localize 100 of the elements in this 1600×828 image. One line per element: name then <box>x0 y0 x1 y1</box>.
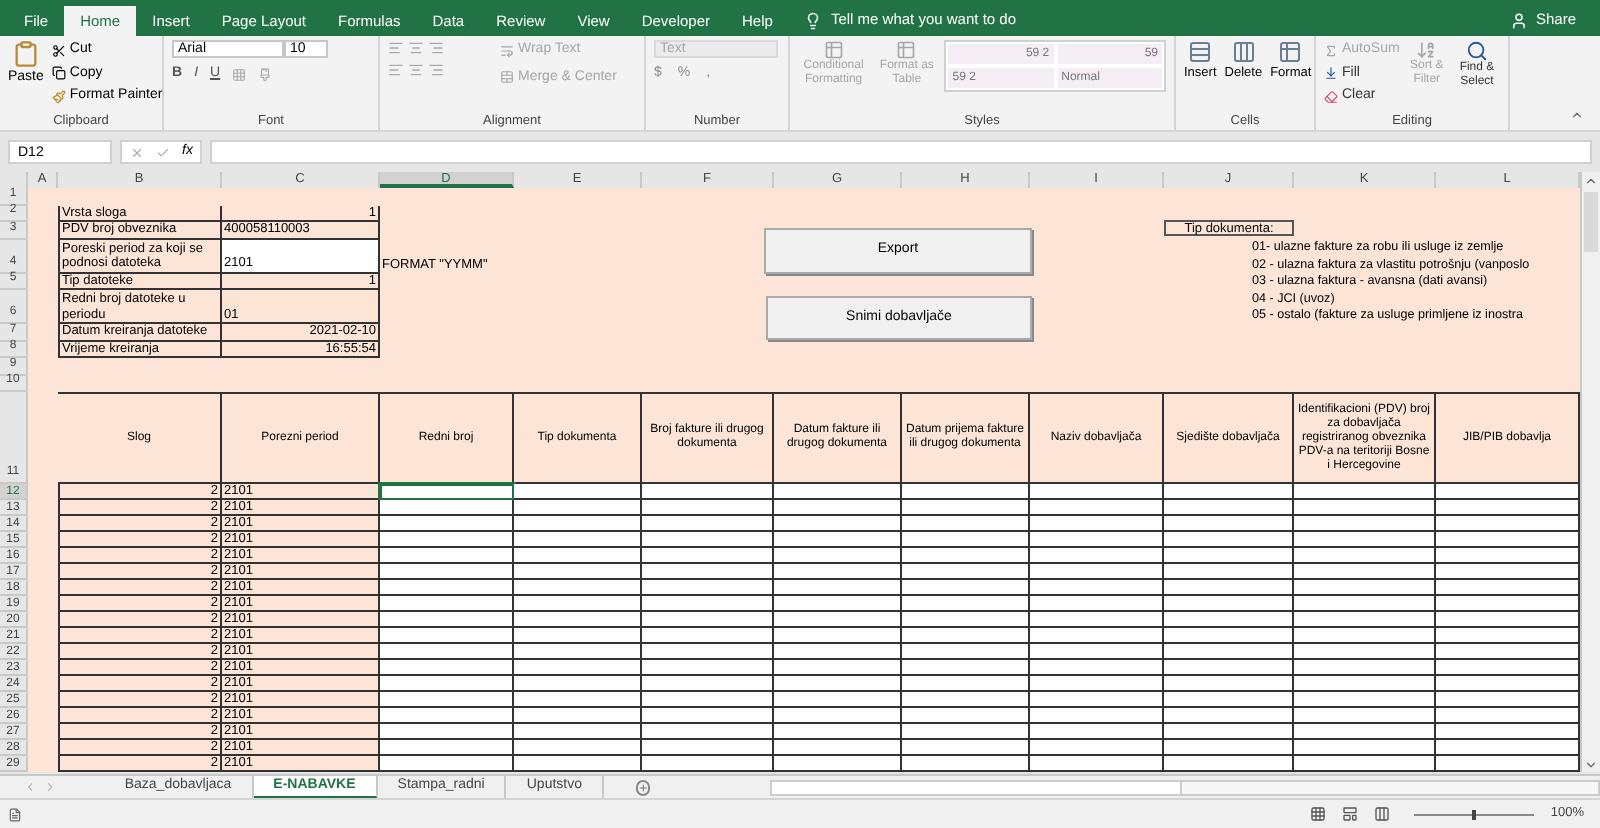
table-cell[interactable] <box>642 692 774 708</box>
table-cell[interactable] <box>774 580 902 596</box>
table-cell[interactable] <box>514 580 642 596</box>
table-cell[interactable] <box>380 580 514 596</box>
table-cell[interactable] <box>1164 548 1294 564</box>
table-cell[interactable] <box>1164 596 1294 612</box>
table-cell[interactable] <box>774 612 902 628</box>
table-cell[interactable] <box>1030 580 1164 596</box>
table-cell[interactable] <box>642 500 774 516</box>
table-cell[interactable] <box>902 692 1030 708</box>
table-cell[interactable] <box>642 708 774 724</box>
table-cell[interactable] <box>1030 740 1164 756</box>
table-cell[interactable] <box>902 708 1030 724</box>
table-cell[interactable] <box>514 484 642 500</box>
table-cell[interactable] <box>1436 676 1580 692</box>
table-cell[interactable] <box>1164 724 1294 740</box>
table-cell[interactable] <box>514 756 642 772</box>
table-cell[interactable] <box>514 740 642 756</box>
table-cell[interactable] <box>1294 516 1436 532</box>
table-cell[interactable] <box>902 596 1030 612</box>
normal-view-icon[interactable] <box>1310 806 1327 822</box>
table-cell[interactable] <box>642 564 774 580</box>
table-cell[interactable] <box>774 724 902 740</box>
scroll-down-icon[interactable] <box>1584 758 1598 772</box>
table-cell[interactable] <box>1164 692 1294 708</box>
table-cell[interactable] <box>774 676 902 692</box>
table-cell[interactable] <box>642 532 774 548</box>
table-cell[interactable] <box>902 548 1030 564</box>
table-cell[interactable] <box>1294 564 1436 580</box>
table-cell[interactable] <box>902 644 1030 660</box>
table-cell[interactable] <box>1294 660 1436 676</box>
table-cell[interactable] <box>1030 660 1164 676</box>
table-cell[interactable] <box>514 564 642 580</box>
table-cell[interactable] <box>1294 756 1436 772</box>
table-cell[interactable] <box>380 740 514 756</box>
table-cell[interactable] <box>514 708 642 724</box>
table-cell[interactable] <box>642 724 774 740</box>
table-cell[interactable] <box>902 516 1030 532</box>
table-cell[interactable] <box>642 740 774 756</box>
table-cell[interactable] <box>514 612 642 628</box>
table-cell[interactable] <box>902 484 1030 500</box>
table-cell[interactable] <box>1164 644 1294 660</box>
table-cell[interactable] <box>380 516 514 532</box>
table-cell[interactable] <box>774 660 902 676</box>
slider-thumb[interactable] <box>1472 809 1477 819</box>
table-cell[interactable] <box>1294 532 1436 548</box>
table-cell[interactable] <box>380 660 514 676</box>
table-cell[interactable] <box>380 692 514 708</box>
table-cell[interactable] <box>902 628 1030 644</box>
table-cell[interactable] <box>1030 708 1164 724</box>
table-cell[interactable] <box>380 548 514 564</box>
table-cell[interactable] <box>1436 484 1580 500</box>
table-cell[interactable] <box>1294 740 1436 756</box>
table-cell[interactable] <box>514 644 642 660</box>
table-cell[interactable] <box>1294 548 1436 564</box>
table-cell[interactable] <box>1164 484 1294 500</box>
table-cell[interactable] <box>1030 564 1164 580</box>
table-cell[interactable] <box>1294 676 1436 692</box>
table-cell[interactable] <box>1436 644 1580 660</box>
table-cell[interactable] <box>1030 628 1164 644</box>
collapse-ribbon-icon[interactable] <box>1570 108 1584 122</box>
table-cell[interactable] <box>514 532 642 548</box>
table-cell[interactable] <box>514 676 642 692</box>
table-cell[interactable] <box>774 740 902 756</box>
table-cell[interactable] <box>774 548 902 564</box>
macro-icon[interactable] <box>8 807 22 821</box>
table-cell[interactable] <box>514 596 642 612</box>
table-cell[interactable] <box>380 708 514 724</box>
table-cell[interactable] <box>902 740 1030 756</box>
table-cell[interactable] <box>514 660 642 676</box>
table-cell[interactable] <box>1030 644 1164 660</box>
table-cell[interactable] <box>380 724 514 740</box>
table-cell[interactable] <box>1436 516 1580 532</box>
table-cell[interactable] <box>1436 532 1580 548</box>
table-cell[interactable] <box>1436 756 1580 772</box>
table-cell[interactable] <box>774 644 902 660</box>
table-cell[interactable] <box>642 580 774 596</box>
table-cell[interactable] <box>1436 724 1580 740</box>
table-cell[interactable] <box>1164 500 1294 516</box>
table-cell[interactable] <box>774 532 902 548</box>
table-cell[interactable] <box>902 756 1030 772</box>
table-cell[interactable] <box>1030 676 1164 692</box>
table-cell[interactable] <box>380 596 514 612</box>
table-cell[interactable] <box>902 580 1030 596</box>
table-cell[interactable] <box>902 500 1030 516</box>
table-cell[interactable] <box>902 564 1030 580</box>
table-cell[interactable] <box>1294 484 1436 500</box>
table-cell[interactable] <box>774 516 902 532</box>
table-cell[interactable] <box>514 548 642 564</box>
table-cell[interactable] <box>1030 596 1164 612</box>
table-cell[interactable] <box>1164 628 1294 644</box>
table-cell[interactable] <box>514 500 642 516</box>
table-cell[interactable] <box>1436 564 1580 580</box>
table-cell[interactable] <box>514 724 642 740</box>
table-cell[interactable] <box>774 628 902 644</box>
scrollbar-thumb[interactable] <box>1584 192 1598 252</box>
table-cell[interactable] <box>1436 500 1580 516</box>
table-cell[interactable] <box>380 564 514 580</box>
table-cell[interactable] <box>1164 516 1294 532</box>
table-cell[interactable] <box>642 596 774 612</box>
